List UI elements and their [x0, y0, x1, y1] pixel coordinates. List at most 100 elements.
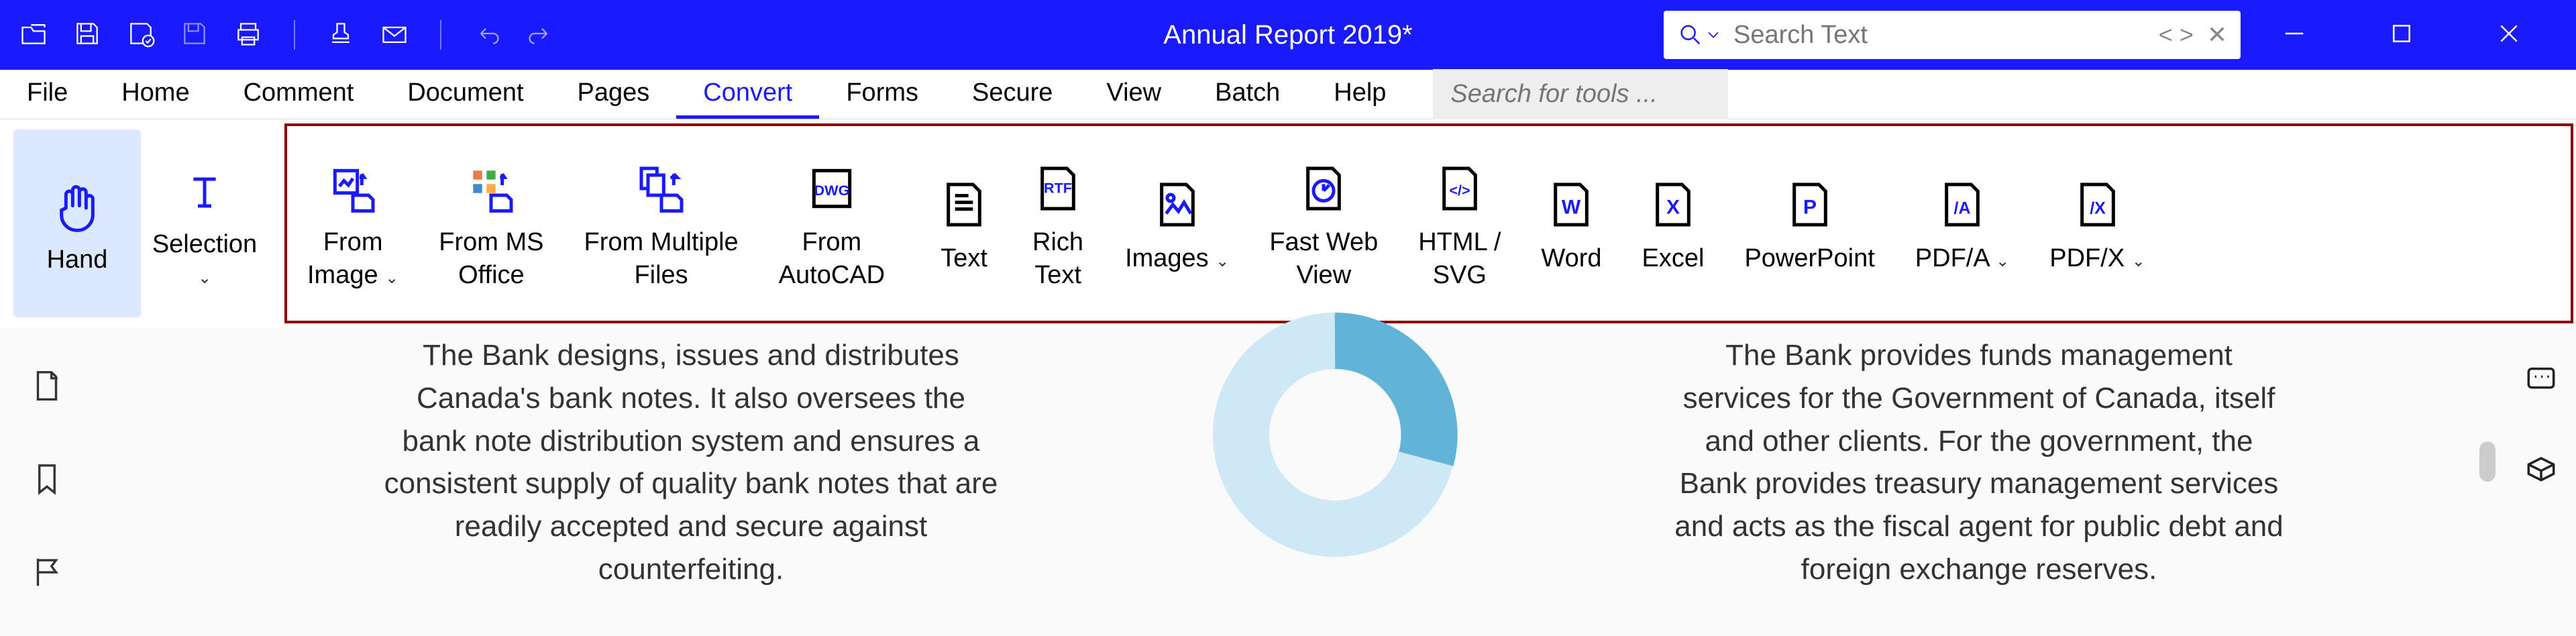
images-label: Images ⌄ [1125, 242, 1229, 275]
powerpoint-icon: P [1783, 178, 1837, 231]
selection-label: Selection⌄ [152, 229, 257, 290]
redo-icon[interactable] [526, 19, 555, 52]
menu-document[interactable]: Document [380, 70, 550, 119]
right-sidebar [2522, 361, 2560, 490]
hand-label: Hand [47, 245, 108, 276]
menu-pages[interactable]: Pages [551, 70, 677, 119]
menu-convert[interactable]: Convert [676, 70, 819, 119]
toolbox-icon[interactable] [2522, 449, 2560, 490]
document-area: The Bank designs, issues and distributes… [0, 327, 2576, 636]
html-svg-label: HTML /SVG [1418, 226, 1501, 293]
left-sidebar [0, 327, 94, 636]
word-label: Word [1541, 242, 1601, 275]
hand-icon [50, 181, 104, 235]
menu-secure[interactable]: Secure [945, 70, 1079, 119]
images-button[interactable]: Images ⌄ [1105, 148, 1249, 299]
search-box[interactable]: < > ✕ [1664, 11, 2241, 59]
from-autocad-label: FromAutoCAD [779, 226, 885, 293]
scrollbar-thumb[interactable] [2479, 441, 2496, 482]
mail-icon[interactable] [380, 19, 409, 52]
bookmark-icon[interactable] [29, 461, 65, 500]
excel-button[interactable]: X Excel [1622, 148, 1725, 299]
word-button[interactable]: W Word [1521, 148, 1621, 299]
menu-batch[interactable]: Batch [1188, 70, 1307, 119]
menu-view[interactable]: View [1079, 70, 1188, 119]
word-icon: W [1544, 178, 1598, 231]
from-ms-office-icon [464, 162, 518, 215]
tool-search-input[interactable] [1433, 69, 1728, 119]
page-view[interactable]: The Bank designs, issues and distributes… [94, 327, 2576, 636]
quick-access-toolbar [0, 19, 555, 52]
undo-icon[interactable] [472, 19, 502, 52]
pdfa-button[interactable]: /A PDF/A ⌄ [1895, 148, 2029, 299]
pdfx-label: PDF/X ⌄ [2049, 242, 2145, 275]
menu-home[interactable]: Home [95, 70, 216, 119]
minimize-button[interactable] [2281, 20, 2308, 50]
qat-separator [294, 20, 295, 50]
pdfa-label: PDF/A ⌄ [1915, 242, 2009, 275]
ribbon-tools: Hand Selection⌄ [0, 119, 282, 327]
page-thumbnail-icon[interactable] [29, 368, 65, 407]
donut-chart [1201, 301, 1469, 569]
maximize-button[interactable] [2388, 20, 2415, 50]
from-image-icon [326, 162, 380, 215]
body-text-right: The Bank provides funds management servi… [1670, 334, 2288, 591]
svg-text:W: W [1562, 197, 1581, 219]
from-ms-office-button[interactable]: From MSOffice [419, 148, 564, 299]
save-icon[interactable] [72, 19, 102, 52]
svg-text:/X: /X [2090, 199, 2106, 218]
window-controls [2281, 20, 2576, 50]
rich-text-icon: RTF [1031, 162, 1085, 215]
from-image-button[interactable]: FromImage ⌄ [287, 148, 419, 299]
from-multiple-files-icon [635, 162, 688, 215]
print-icon[interactable] [233, 19, 263, 52]
text-button[interactable]: Text [917, 148, 1011, 299]
from-multiple-files-button[interactable]: From MultipleFiles [564, 148, 759, 299]
save-disabled-icon [180, 19, 209, 52]
text-label: Text [941, 242, 987, 275]
fast-web-view-button[interactable]: Fast WebView [1249, 148, 1398, 299]
rich-text-button[interactable]: RTF RichText [1011, 148, 1105, 299]
search-input[interactable] [1723, 21, 2159, 50]
from-autocad-icon: DWG [805, 162, 859, 215]
menu-forms[interactable]: Forms [819, 70, 945, 119]
svg-text:/A: /A [1954, 199, 1971, 218]
menu-file[interactable]: File [0, 70, 95, 119]
html-svg-icon: </> [1433, 162, 1487, 215]
selection-tool[interactable]: Selection⌄ [141, 129, 268, 317]
html-svg-button[interactable]: </> HTML /SVG [1398, 148, 1521, 299]
pdfa-icon: /A [1935, 178, 1989, 231]
svg-text:DWG: DWG [814, 182, 849, 199]
from-multiple-files-label: From MultipleFiles [584, 226, 739, 293]
highlighted-convert-group: FromImage ⌄ From MSOffice From MultipleFil… [284, 123, 2573, 323]
menu-help[interactable]: Help [1307, 70, 1413, 119]
comment-icon[interactable] [2522, 361, 2560, 402]
pdfx-button[interactable]: /X PDF/X ⌄ [2029, 148, 2165, 299]
tool-search[interactable] [1433, 69, 1728, 119]
svg-text:</>: </> [1449, 182, 1470, 199]
chevron-down-icon[interactable] [1704, 21, 1723, 48]
search-icon [1677, 21, 1704, 48]
text-icon [937, 178, 991, 231]
search-nav[interactable]: < > ✕ [2159, 21, 2227, 49]
flag-icon[interactable] [29, 554, 65, 594]
menu-comment[interactable]: Comment [217, 70, 381, 119]
open-icon[interactable] [19, 19, 48, 52]
rich-text-label: RichText [1032, 226, 1083, 293]
from-autocad-button[interactable]: DWG FromAutoCAD [759, 148, 905, 299]
svg-text:X: X [1666, 197, 1680, 219]
excel-label: Excel [1642, 242, 1705, 275]
stamp-icon[interactable] [326, 19, 356, 52]
fast-web-view-label: Fast WebView [1269, 226, 1378, 293]
title-bar: Annual Report 2019* < > ✕ [0, 0, 2576, 70]
document-title: Annual Report 2019* [1163, 20, 1412, 50]
svg-text:RTF: RTF [1044, 179, 1072, 196]
excel-icon: X [1646, 178, 1700, 231]
close-button[interactable] [2496, 20, 2522, 50]
from-image-label: FromImage ⌄ [307, 226, 398, 293]
fast-web-view-icon [1297, 162, 1350, 215]
hand-tool[interactable]: Hand [13, 129, 141, 317]
save-as-icon[interactable] [126, 19, 156, 52]
powerpoint-label: PowerPoint [1744, 242, 1874, 275]
powerpoint-button[interactable]: P PowerPoint [1724, 148, 1894, 299]
